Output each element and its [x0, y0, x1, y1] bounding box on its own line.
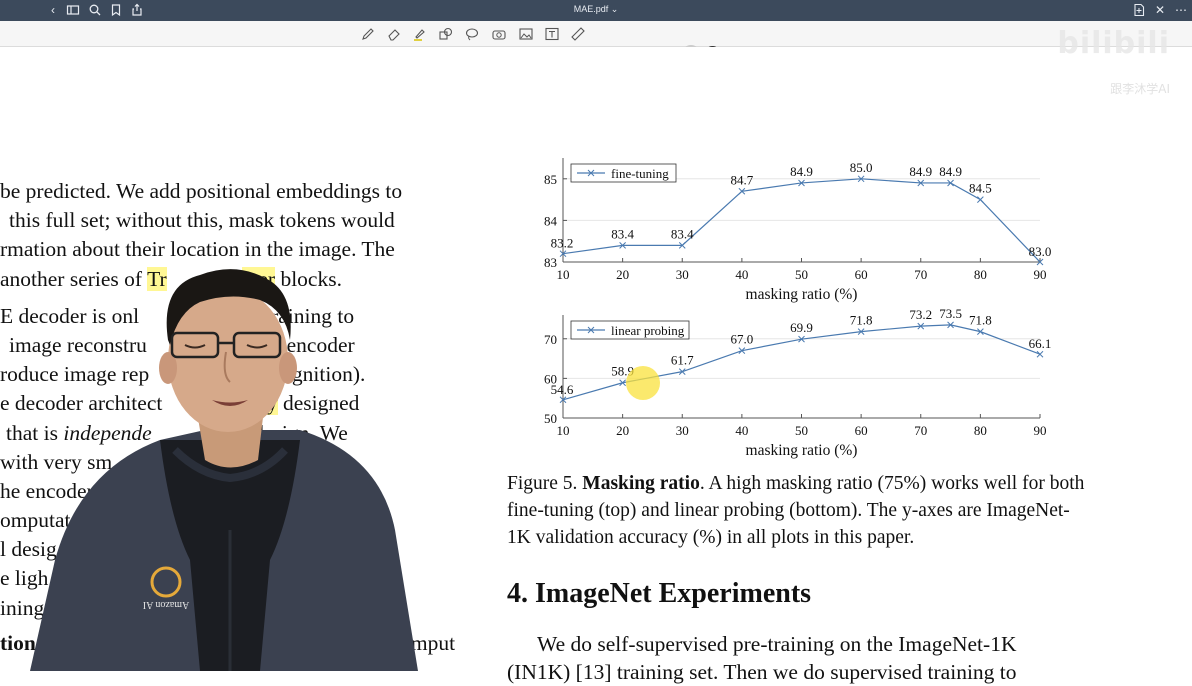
body-paragraph: We do self-supervised pre-training on th…	[507, 630, 1085, 686]
data-label: 83.2	[551, 236, 574, 251]
legend-label: linear probing	[611, 323, 685, 338]
x-axis-label: masking ratio (%)	[746, 286, 858, 303]
section-heading: 4. ImageNet Experiments	[507, 578, 812, 609]
x-tick-label: 10	[557, 423, 570, 438]
data-label: 73.2	[909, 307, 932, 322]
data-label: 54.6	[551, 382, 574, 397]
y-tick-label: 84	[544, 213, 558, 228]
x-tick-label: 30	[676, 423, 689, 438]
x-tick-label: 60	[855, 267, 868, 282]
data-label: 71.8	[850, 313, 873, 328]
text-line: We do self-supervised pre-training on th…	[537, 632, 1017, 656]
figure-5-charts: 83 84 85 10 20 30 40 50 60 70 80 90 masking ratio (%…	[544, 158, 1052, 459]
caption-prefix: Figure 5.	[507, 473, 583, 494]
x-tick-label: 90	[1034, 423, 1047, 438]
channel-watermark: 跟李沐学AI	[1110, 82, 1170, 96]
data-label: 69.9	[790, 320, 813, 335]
data-label: 83.0	[1029, 244, 1052, 259]
data-label: 85.0	[850, 160, 873, 175]
data-label: 84.7	[731, 172, 754, 187]
x-tick-label: 90	[1034, 267, 1047, 282]
x-tick-label: 10	[557, 267, 570, 282]
data-label: 73.5	[939, 306, 962, 321]
x-tick-label: 70	[914, 423, 927, 438]
data-label: 83.4	[671, 226, 694, 241]
figure-caption: Figure 5. Masking ratio. A high masking …	[507, 470, 1085, 551]
x-tick-label: 30	[676, 267, 689, 282]
x-tick-label: 40	[735, 423, 748, 438]
x-tick-label: 50	[795, 423, 808, 438]
data-label: 66.1	[1029, 336, 1052, 351]
x-axis-label: masking ratio (%)	[746, 442, 858, 459]
x-tick-label: 80	[974, 423, 987, 438]
x-tick-label: 70	[914, 267, 927, 282]
data-label: 84.9	[939, 164, 962, 179]
x-tick-label: 60	[855, 423, 868, 438]
bilibili-watermark: bilibili	[1057, 26, 1170, 61]
data-label: 84.9	[909, 164, 932, 179]
text-line: (IN1K) [13] training set. Then we do sup…	[507, 660, 1017, 684]
cursor-highlight	[626, 366, 660, 400]
x-tick-label: 40	[735, 267, 748, 282]
data-point-marker	[1036, 350, 1044, 358]
data-label: 84.9	[790, 164, 813, 179]
x-tick-label: 20	[616, 423, 629, 438]
data-label: 67.0	[731, 332, 754, 347]
y-tick-label: 50	[544, 411, 557, 426]
y-tick-label: 85	[544, 172, 557, 187]
x-tick-label: 50	[795, 267, 808, 282]
data-label: 71.8	[969, 313, 992, 328]
data-label: 84.5	[969, 181, 992, 196]
caption-bold: Masking ratio	[582, 473, 700, 494]
data-label: 61.7	[671, 353, 694, 368]
x-tick-label: 20	[616, 267, 629, 282]
y-tick-label: 83	[544, 255, 557, 270]
y-tick-label: 70	[544, 332, 557, 347]
data-point-marker	[977, 196, 984, 203]
x-tick-label: 80	[974, 267, 987, 282]
legend-label: fine-tuning	[611, 166, 669, 181]
data-label: 83.4	[611, 226, 634, 241]
